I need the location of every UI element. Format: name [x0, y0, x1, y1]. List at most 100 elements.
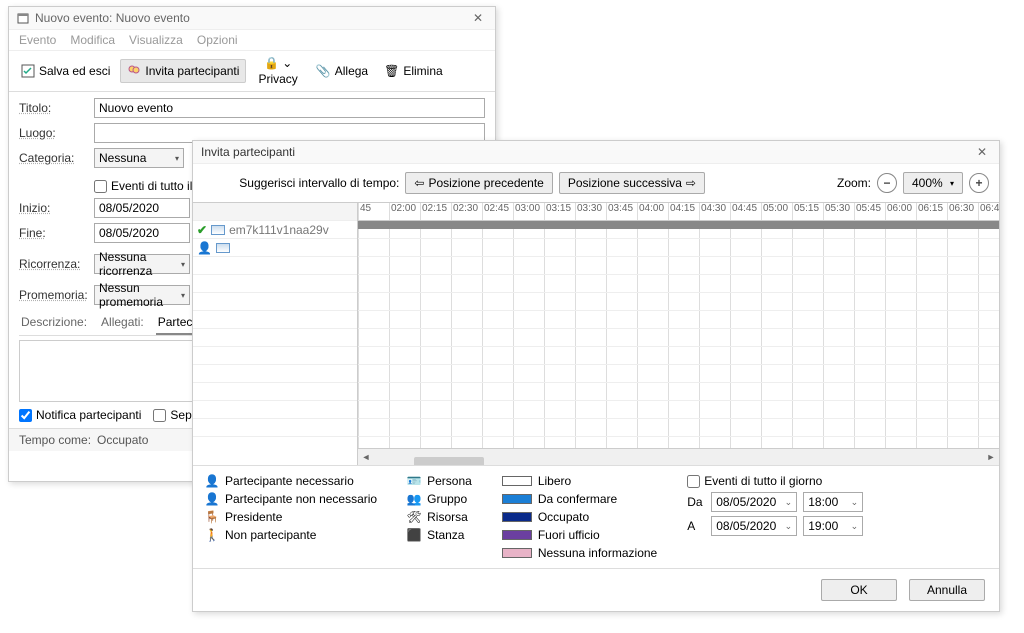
zoom-select[interactable]: 400%▾ — [903, 172, 963, 194]
to-time-select[interactable]: 19:00 — [803, 516, 863, 536]
menu-event[interactable]: Evento — [19, 33, 56, 47]
legend-item: 🚶Non partecipante — [205, 528, 377, 542]
cancel-button[interactable]: Annulla — [909, 579, 985, 601]
card-icon — [211, 225, 225, 235]
card-icon — [216, 243, 230, 253]
delete-button[interactable]: 🗑 Elimina — [378, 60, 449, 82]
from-date-select[interactable]: 08/05/2020 — [711, 492, 797, 512]
scroll-thumb[interactable] — [414, 457, 484, 465]
to-date-select[interactable]: 08/05/2020 — [711, 516, 797, 536]
attach-label: Allega — [335, 64, 368, 78]
attendee-row-empty[interactable] — [193, 329, 357, 347]
prev-slot-button[interactable]: ⇦ Posizione precedente — [405, 172, 552, 194]
close-icon[interactable]: ✕ — [973, 145, 991, 159]
end-date-field[interactable] — [94, 223, 190, 243]
scroll-right-icon[interactable]: ► — [983, 452, 999, 462]
next-slot-button[interactable]: Posizione successiva ⇨ — [559, 172, 705, 194]
remind-select[interactable]: Nessun promemoria — [94, 285, 190, 305]
status-value: Occupato — [97, 433, 148, 447]
tab-description[interactable]: Descrizione: — [19, 313, 89, 335]
delete-label: Elimina — [403, 64, 442, 78]
time-tick: 06:15 — [916, 203, 947, 220]
arrow-right-icon: ⇨ — [686, 176, 696, 190]
attendee-row-empty[interactable] — [193, 275, 357, 293]
attendee-row-empty[interactable] — [193, 365, 357, 383]
attendee-row-empty[interactable] — [193, 383, 357, 401]
legend-label: Partecipante non necessario — [225, 492, 377, 506]
zoom-label: Zoom: — [837, 176, 871, 190]
from-label: Da — [687, 495, 705, 509]
legend-label: Presidente — [225, 510, 282, 524]
attendee-row[interactable]: 👤 — [193, 239, 357, 257]
legend-label: Stanza — [427, 528, 464, 542]
legend-item: Occupato — [502, 510, 657, 524]
time-grid[interactable]: 4502:0002:1502:3002:4503:0003:1503:3003:… — [358, 203, 999, 465]
legend-roles: 👤Partecipante necessario👤Partecipante no… — [205, 474, 377, 560]
from-date: 08/05/2020 — [716, 495, 776, 509]
attendee-row-empty[interactable] — [193, 257, 357, 275]
schedule-grid: ✔ em7k111v1naa29v 👤 4502:0002:1502:3002:… — [193, 202, 999, 465]
save-label: Salva ed esci — [39, 64, 110, 78]
time-tick: 02:30 — [451, 203, 482, 220]
time-tick: 05:30 — [823, 203, 854, 220]
start-date-field[interactable] — [94, 198, 190, 218]
status-swatch — [502, 548, 532, 558]
trash-icon: 🗑 — [384, 64, 399, 78]
notify-label: Notifica partecipanti — [36, 408, 141, 422]
attendee-row-empty[interactable] — [193, 293, 357, 311]
zoom-value: 400% — [912, 176, 943, 190]
zoom-out-button[interactable]: − — [877, 173, 897, 193]
next-label: Posizione successiva — [568, 176, 682, 190]
ok-button[interactable]: OK — [821, 579, 897, 601]
attendee-row-empty[interactable] — [193, 401, 357, 419]
privacy-button[interactable]: 🔒 ⌄ Privacy — [250, 55, 305, 87]
scroll-left-icon[interactable]: ◄ — [358, 452, 374, 462]
card-icon: 🪪 — [407, 475, 421, 487]
menu-view[interactable]: Visualizza — [129, 33, 183, 47]
time-tick: 05:15 — [792, 203, 823, 220]
close-icon[interactable]: ✕ — [469, 11, 487, 25]
attendee-row-empty[interactable] — [193, 347, 357, 365]
legend-item: Fuori ufficio — [502, 528, 657, 542]
grid-body[interactable] — [358, 221, 999, 448]
menu-edit[interactable]: Modifica — [70, 33, 115, 47]
person-opt-icon: 👤 — [205, 493, 219, 505]
legend-item: 🪪Persona — [407, 474, 472, 488]
room-icon: ⬛ — [407, 529, 421, 541]
arrow-left-icon: ⇦ — [414, 176, 424, 190]
title-field[interactable] — [94, 98, 485, 118]
from-time-select[interactable]: 18:00 — [803, 492, 863, 512]
legend-label: Da confermare — [538, 492, 617, 506]
attach-button[interactable]: 📎 Allega — [310, 60, 374, 82]
notify-checkbox[interactable]: Notifica partecipanti — [19, 408, 141, 422]
privacy-label: Privacy — [258, 73, 297, 85]
attendee-column: ✔ em7k111v1naa29v 👤 — [193, 203, 358, 465]
horizontal-scrollbar[interactable]: ◄ ► — [358, 448, 999, 465]
group-icon: 👥 — [407, 493, 421, 505]
time-tick: 02:15 — [420, 203, 451, 220]
allday-checkbox[interactable]: Eventi di tutto il giorno — [687, 474, 863, 488]
category-select[interactable]: Nessuna — [94, 148, 184, 168]
attendee-row-empty[interactable] — [193, 311, 357, 329]
invite-button[interactable]: Invita partecipanti — [120, 59, 246, 83]
menu-options[interactable]: Opzioni — [197, 33, 238, 47]
time-tick: 06:45 — [978, 203, 999, 220]
category-label: Categoria: — [19, 151, 94, 165]
allday-checkbox[interactable]: Eventi di tutto il gi — [94, 179, 205, 193]
recur-select[interactable]: Nessuna ricorrenza — [94, 254, 190, 274]
attendee-email: em7k111v1naa29v — [229, 223, 329, 237]
lock-icon: 🔒 ⌄ — [264, 57, 292, 69]
status-swatch — [502, 530, 532, 540]
zoom-in-button[interactable]: + — [969, 173, 989, 193]
attendee-row[interactable]: ✔ em7k111v1naa29v — [193, 221, 357, 239]
tab-attachments[interactable]: Allegati: — [99, 313, 146, 335]
start-label: Inizio: — [19, 201, 94, 215]
attendee-row-empty[interactable] — [193, 419, 357, 437]
people-icon — [127, 64, 141, 78]
time-tick: 03:30 — [575, 203, 606, 220]
chair-icon: 🪑 — [205, 511, 219, 523]
save-exit-button[interactable]: Salva ed esci — [15, 60, 116, 82]
legend-label: Gruppo — [427, 492, 467, 506]
titlebar: Nuovo evento: Nuovo evento ✕ — [9, 7, 495, 30]
time-tick: 03:45 — [606, 203, 637, 220]
